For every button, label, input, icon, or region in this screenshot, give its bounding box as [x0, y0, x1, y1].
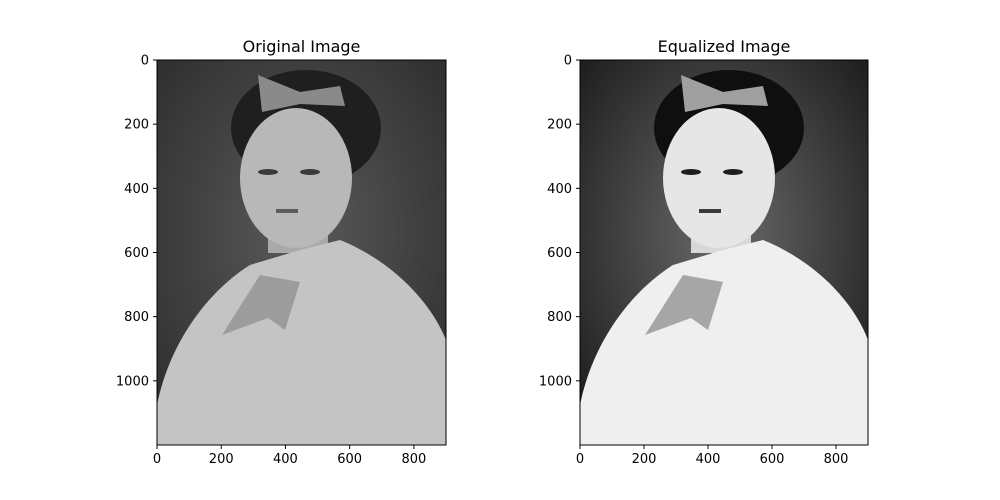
- x-tick-label-equalized: 800: [824, 452, 849, 467]
- x-tick-label-equalized: 400: [696, 452, 721, 467]
- x-tick-label-original: 600: [337, 452, 362, 467]
- y-axis-original: 0 200 400 600 800 1000: [116, 54, 157, 389]
- y-tick-label-original: 800: [124, 310, 149, 325]
- chart-title-original: Original Image: [243, 37, 361, 56]
- x-tick-label-original: 0: [153, 452, 161, 467]
- chart-title-equalized: Equalized Image: [658, 37, 791, 56]
- x-tick-label-equalized: 0: [576, 452, 584, 467]
- y-tick-label-original: 0: [141, 54, 149, 69]
- y-tick-label-equalized: 600: [547, 246, 572, 261]
- x-tick-label-original: 800: [401, 452, 426, 467]
- y-tick-label-original: 200: [124, 118, 149, 133]
- figure: Original Image 0 200 400 600 800 0 200 400 600 8…: [116, 37, 869, 467]
- y-tick-label-equalized: 200: [547, 118, 572, 133]
- chart-panel-original: Original Image 0 200 400 600 800 0 200 400 600 8…: [116, 37, 447, 467]
- x-tick-label-equalized: 200: [632, 452, 657, 467]
- x-tick-label-original: 200: [209, 452, 234, 467]
- x-axis-equalized: 0 200 400 600 800: [576, 445, 849, 467]
- x-tick-label-equalized: 600: [760, 452, 785, 467]
- y-tick-label-original: 400: [124, 182, 149, 197]
- x-axis-original: 0 200 400 600 800: [153, 445, 426, 467]
- chart-panel-equalized: Equalized Image 0 200 400 600 800 0 200 400 600…: [539, 37, 869, 467]
- portrait-image-original: [157, 60, 446, 445]
- y-tick-label-equalized: 800: [547, 310, 572, 325]
- y-axis-equalized: 0 200 400 600 800 1000: [539, 54, 580, 389]
- x-tick-label-original: 400: [273, 452, 298, 467]
- y-tick-label-equalized: 1000: [539, 374, 572, 389]
- y-tick-label-equalized: 400: [547, 182, 572, 197]
- y-tick-label-original: 600: [124, 246, 149, 261]
- y-tick-label-original: 1000: [116, 374, 149, 389]
- portrait-image-equalized: [580, 60, 868, 445]
- y-tick-label-equalized: 0: [564, 54, 572, 69]
